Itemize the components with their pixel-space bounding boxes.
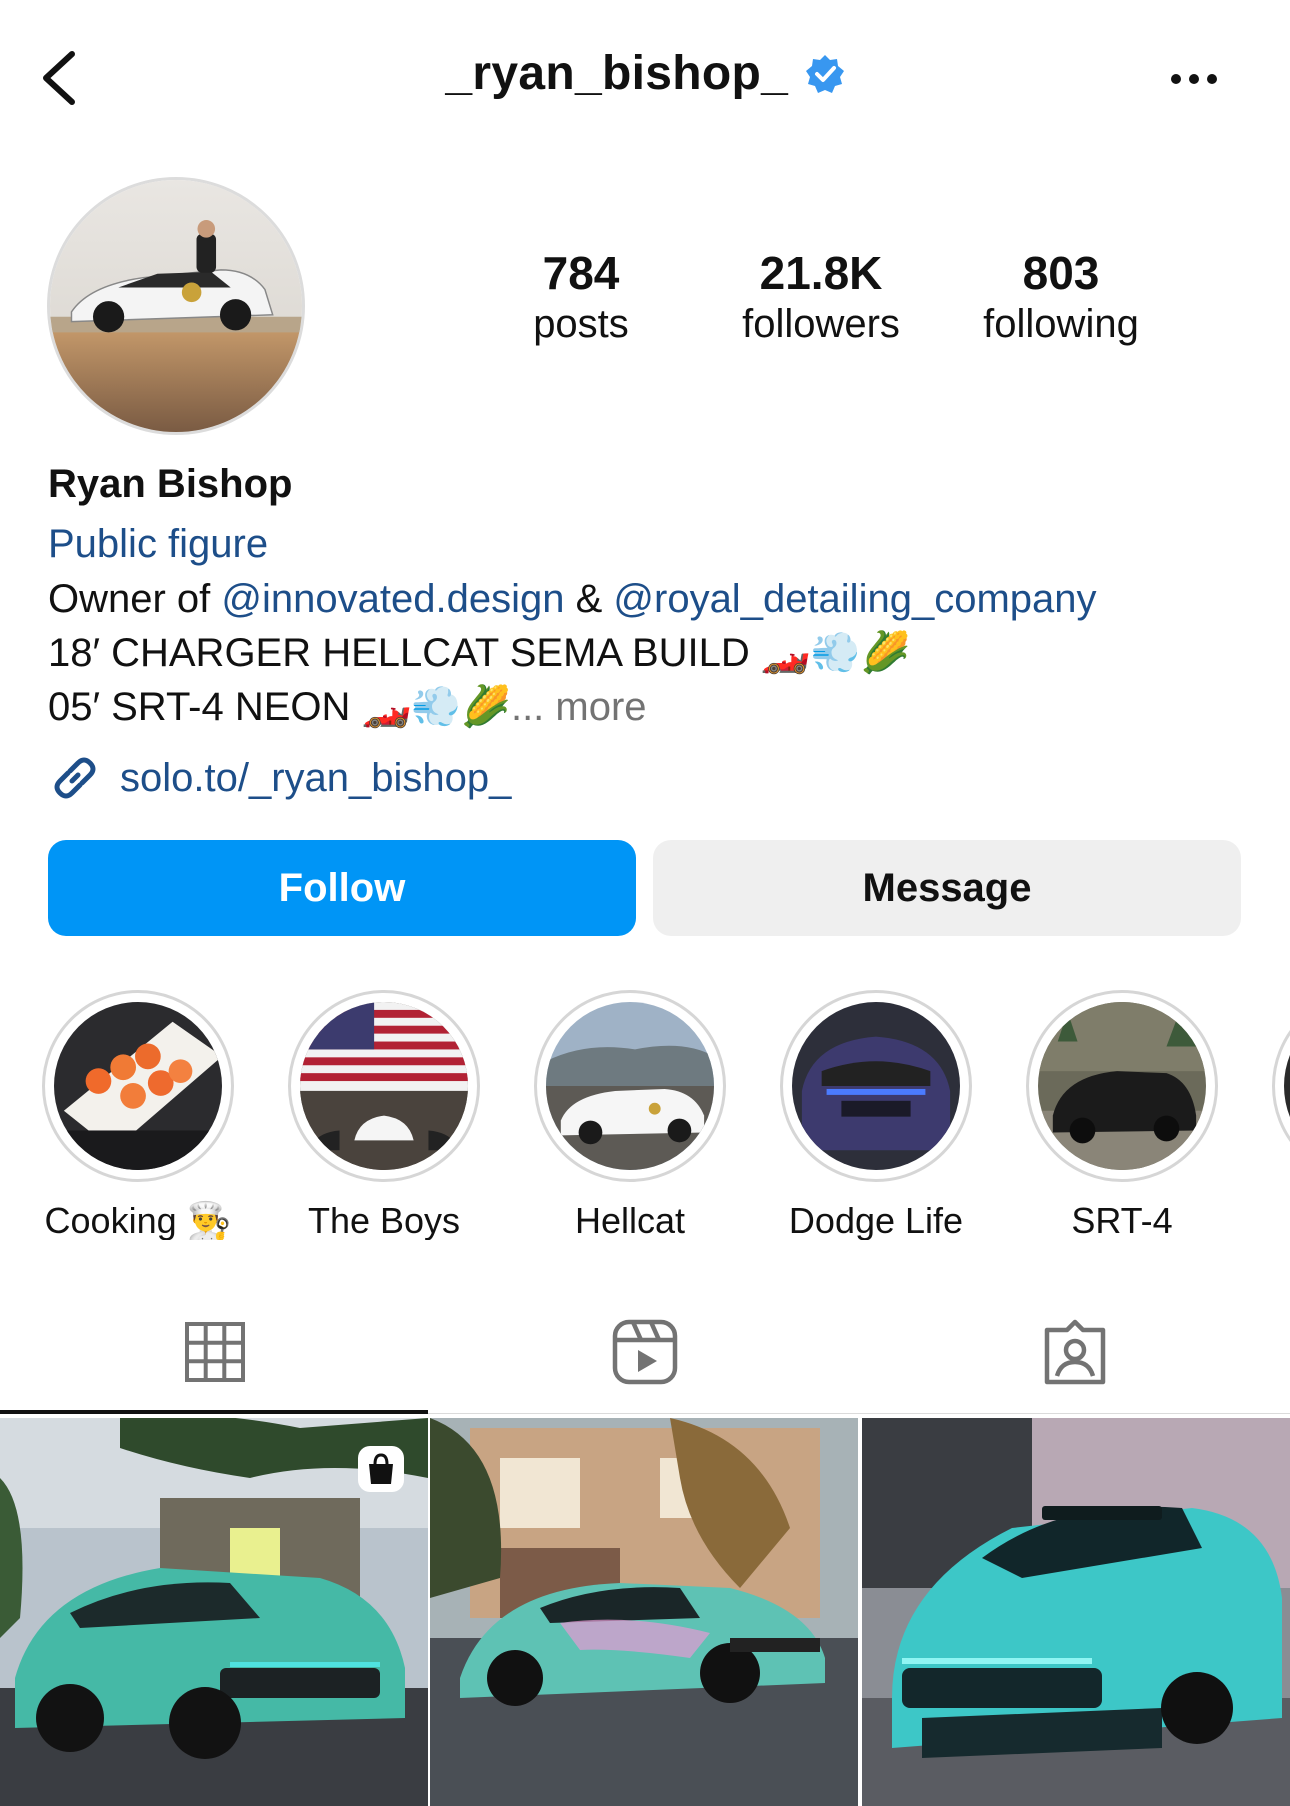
profile-link[interactable]: solo.to/_ryan_bishop_ — [48, 748, 511, 808]
highlight-label: Cooking 👨‍🍳 — [44, 1200, 232, 1240]
story-highlights: Cooking 👨‍🍳 The Boys — [0, 990, 1290, 1240]
cooking-highlight-image — [54, 1002, 222, 1170]
bio-line-3: 05′ SRT-4 NEON 🏎️💨🌽... more — [48, 680, 1248, 734]
highlight-label: Hellcat — [574, 1200, 686, 1240]
profile-header: _ryan_bishop_ — [0, 0, 1290, 160]
profile-category[interactable]: Public figure — [48, 516, 1248, 572]
post-tile-2[interactable] — [430, 1418, 858, 1806]
shopping-bag-icon — [358, 1446, 404, 1492]
mention-innovated-design[interactable]: @innovated.design — [221, 577, 564, 621]
followers-label: followers — [742, 301, 900, 346]
highlight-cooking[interactable]: Cooking 👨‍🍳 — [18, 990, 258, 1240]
bio-line-2: 18′ CHARGER HELLCAT SEMA BUILD 🏎️💨🌽 — [48, 631, 911, 675]
verified-badge-icon — [805, 54, 844, 93]
link-icon — [54, 757, 96, 799]
highlight-label: The Boys — [307, 1200, 461, 1240]
highlight-ring — [534, 990, 726, 1182]
title-wrap: _ryan_bishop_ — [0, 46, 1290, 101]
profile-link-text[interactable]: solo.to/_ryan_bishop_ — [120, 756, 511, 801]
posts-label: posts — [533, 301, 629, 346]
post-tile-3[interactable] — [862, 1418, 1290, 1806]
post-image — [862, 1418, 1290, 1806]
srt4-highlight-image — [1038, 1002, 1206, 1170]
following-count: 803 — [1022, 247, 1100, 299]
message-button[interactable]: Message — [653, 840, 1241, 936]
grid-icon — [185, 1322, 245, 1382]
bio-line-3-text: 05′ SRT-4 NEON 🏎️💨🌽 — [48, 685, 511, 729]
grid-tab[interactable] — [0, 1290, 430, 1414]
profile-bio: Ryan Bishop Public figure Owner of @inno… — [48, 456, 1248, 734]
active-tab-indicator — [0, 1410, 428, 1414]
highlight-label: Dodge Life — [788, 1200, 964, 1240]
highlight-dodge-life[interactable]: Dodge Life — [756, 990, 996, 1240]
avatar-photo — [50, 180, 302, 432]
followers-stat[interactable]: 21.8K followers — [701, 248, 941, 349]
follow-button[interactable]: Follow — [48, 840, 636, 936]
bio-owner-prefix: Owner of — [48, 577, 222, 621]
post-image — [430, 1418, 858, 1806]
hellcat-highlight-image — [546, 1002, 714, 1170]
following-label: following — [983, 301, 1139, 346]
posts-count: 784 — [542, 247, 620, 299]
highlight-partial[interactable]: Ro — [1248, 990, 1290, 1240]
highlight-the-boys[interactable]: The Boys — [264, 990, 504, 1240]
mention-royal-detailing[interactable]: @royal_detailing_company — [613, 577, 1096, 621]
flag-highlight-image — [300, 1002, 468, 1170]
dodge-highlight-image — [792, 1002, 960, 1170]
posts-stat[interactable]: 784 posts — [461, 248, 701, 349]
profile-avatar[interactable] — [47, 177, 305, 435]
highlight-ring — [42, 990, 234, 1182]
bio-more-link[interactable]: ... more — [511, 685, 647, 729]
profile-tabs — [0, 1290, 1290, 1414]
followers-count: 21.8K — [759, 247, 883, 299]
highlight-ring — [1026, 990, 1218, 1182]
bio-ampersand: & — [564, 577, 614, 621]
reels-icon — [612, 1319, 678, 1385]
partial-highlight-image — [1284, 1002, 1290, 1170]
posts-grid — [0, 1418, 1290, 1806]
reels-tab[interactable] — [430, 1290, 860, 1414]
bio-line-1: Owner of @innovated.design & @royal_deta… — [48, 572, 1248, 626]
post-tile-1[interactable] — [0, 1418, 428, 1806]
more-options-icon[interactable] — [1168, 64, 1220, 94]
highlight-ring — [780, 990, 972, 1182]
tagged-icon — [1044, 1319, 1106, 1385]
highlight-srt4[interactable]: SRT-4 — [1002, 990, 1242, 1240]
highlight-ring — [288, 990, 480, 1182]
highlight-ring — [1272, 990, 1290, 1182]
highlight-hellcat[interactable]: Hellcat — [510, 990, 750, 1240]
profile-username: _ryan_bishop_ — [445, 47, 789, 100]
profile-name: Ryan Bishop — [48, 462, 293, 506]
following-stat[interactable]: 803 following — [941, 248, 1181, 349]
tagged-tab[interactable] — [860, 1290, 1290, 1414]
highlight-label: SRT-4 — [1071, 1200, 1173, 1240]
highlight-label: Ro — [1248, 1200, 1290, 1240]
